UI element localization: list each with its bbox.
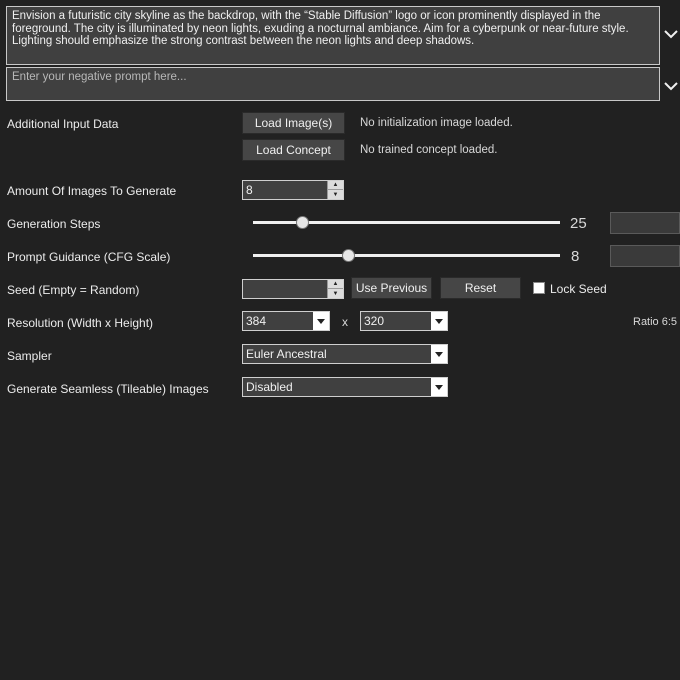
dropdown-arrow-icon [435, 318, 443, 324]
guidance-slider-thumb[interactable] [341, 249, 355, 262]
concept-status-text: No trained concept loaded. [360, 144, 498, 156]
seamless-value: Disabled [246, 380, 293, 394]
prompt-textarea[interactable]: Envision a futuristic city skyline as th… [6, 6, 660, 65]
height-select[interactable]: 320 [360, 311, 448, 331]
height-value: 320 [364, 314, 385, 328]
sampler-label: Sampler [7, 349, 52, 363]
resolution-label: Resolution (Width x Height) [7, 316, 154, 330]
spinner-arrows-icon[interactable]: ▲ ▼ [327, 181, 343, 199]
sampler-select[interactable]: Euler Ancestral [242, 344, 448, 364]
load-images-button[interactable]: Load Image(s) [242, 112, 345, 134]
lock-seed-checkbox[interactable] [533, 282, 545, 294]
additional-input-label: Additional Input Data [7, 117, 119, 131]
steps-value: 25 [570, 215, 587, 232]
sampler-value: Euler Ancestral [246, 347, 327, 361]
dropdown-arrow-icon [435, 384, 443, 390]
guidance-label: Prompt Guidance (CFG Scale) [7, 250, 171, 264]
load-concept-button[interactable]: Load Concept [242, 139, 345, 161]
amount-label: Amount Of Images To Generate [7, 184, 177, 198]
dropdown-arrow-icon [317, 318, 325, 324]
image-status-text: No initialization image loaded. [360, 117, 513, 129]
resolution-separator: x [342, 315, 348, 329]
ratio-text: Ratio 6:5 [633, 316, 678, 328]
seamless-label: Generate Seamless (Tileable) Images [7, 382, 209, 396]
lock-seed-label: Lock Seed [550, 282, 607, 296]
chevron-down-icon[interactable] [662, 76, 680, 96]
amount-stepper[interactable]: 8 ▲ ▼ [242, 180, 344, 200]
width-select[interactable]: 384 [242, 311, 330, 331]
negative-prompt-textarea[interactable]: Enter your negative prompt here... [6, 67, 660, 101]
chevron-down-icon[interactable] [662, 24, 680, 44]
guidance-slider-track[interactable] [253, 254, 560, 257]
steps-input[interactable] [610, 212, 680, 234]
guidance-input[interactable] [610, 245, 680, 267]
dropdown-arrow-icon [435, 351, 443, 357]
steps-slider-thumb[interactable] [295, 216, 309, 229]
seamless-select[interactable]: Disabled [242, 377, 448, 397]
amount-value: 8 [246, 183, 253, 197]
seed-input[interactable]: ▲ ▼ [242, 279, 344, 299]
guidance-value: 8 [571, 248, 580, 265]
steps-label: Generation Steps [7, 217, 101, 231]
reset-button[interactable]: Reset [440, 277, 521, 299]
seed-label: Seed (Empty = Random) [7, 283, 140, 297]
use-previous-button[interactable]: Use Previous [351, 277, 432, 299]
spinner-arrows-icon[interactable]: ▲ ▼ [327, 280, 343, 298]
width-value: 384 [246, 314, 267, 328]
